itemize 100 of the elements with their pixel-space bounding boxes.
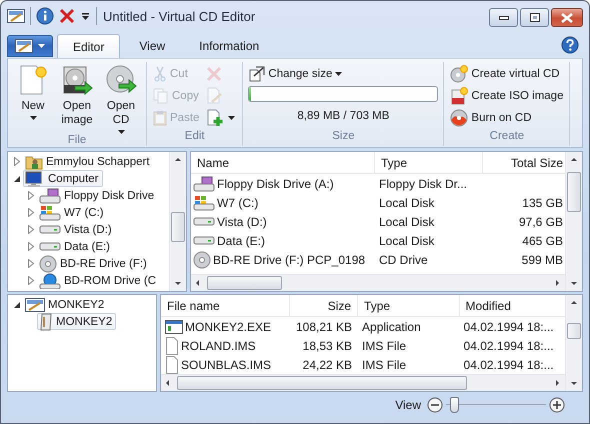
resize-icon[interactable] (249, 66, 266, 82)
caret-icon[interactable] (228, 116, 236, 120)
image-file-star-icon[interactable] (450, 86, 468, 104)
column-header[interactable]: File name (161, 295, 290, 316)
column-header[interactable]: Size (290, 295, 358, 316)
ribbon-button[interactable]: Open CD (101, 62, 141, 134)
scroll-thumb[interactable] (567, 172, 581, 212)
caret-icon (38, 44, 45, 48)
scroll-thumb[interactable] (177, 376, 467, 390)
collapsed-arrow-icon[interactable] (27, 191, 35, 200)
tree-item[interactable]: Vista (D:) (37, 221, 116, 238)
info-icon[interactable] (36, 7, 54, 25)
column-header[interactable]: Type (374, 152, 483, 173)
table-cell[interactable]: IMS File (358, 355, 460, 374)
horizontal-scrollbar[interactable] (191, 274, 565, 291)
picture-icon (25, 298, 45, 312)
tree-item[interactable]: BD-RE Drive (F:) (37, 255, 151, 272)
vertical-scrollbar[interactable] (169, 152, 186, 291)
application-menu-button[interactable] (7, 35, 53, 57)
table-cell[interactable]: IMS File (358, 336, 460, 355)
table-cell[interactable]: Local Disk (374, 193, 483, 212)
collapsed-arrow-icon[interactable] (27, 225, 35, 234)
tree-item[interactable]: W7 (C:) (37, 204, 108, 221)
ribbon-button[interactable]: Create virtual CD (449, 64, 564, 83)
disc-image-icon[interactable] (61, 64, 93, 96)
scroll-thumb[interactable] (207, 276, 282, 290)
close-button[interactable] (551, 8, 583, 27)
ribbon-tab[interactable]: Editor (57, 34, 120, 58)
close-document-icon[interactable] (59, 8, 75, 24)
ribbon-button[interactable]: Burn on CD (449, 108, 564, 127)
table-cell[interactable]: 04.02.1994 18:... (460, 336, 565, 355)
zoom-out-icon[interactable] (427, 396, 443, 412)
ribbon-button[interactable]: Open image (57, 62, 97, 134)
tree-item[interactable]: Data (E:) (37, 238, 114, 255)
table-cell[interactable]: Floppy Disk Drive (A:) (191, 174, 375, 193)
user-folder-icon (25, 154, 43, 170)
column-header[interactable]: Type (358, 295, 460, 316)
column-header[interactable]: Modified (460, 295, 565, 316)
disc-icon[interactable] (105, 64, 137, 96)
scroll-thumb[interactable] (171, 212, 185, 242)
ribbon-tab[interactable]: Information (184, 34, 274, 58)
table-cell[interactable]: 135 GB (482, 193, 565, 212)
tree-item[interactable]: Emmylou Schappert (23, 153, 154, 170)
maximize-button[interactable] (520, 8, 549, 27)
customize-toolbar-button[interactable] (80, 10, 91, 22)
caret-icon (82, 12, 89, 20)
table-cell[interactable]: BD-RE Drive (F:) PCP_0198 (191, 250, 375, 269)
table-cell[interactable]: Vista (D:) (191, 212, 375, 231)
collapsed-arrow-icon[interactable] (27, 208, 35, 217)
table-cell[interactable]: Floppy Disk Dr... (374, 174, 483, 193)
table-cell[interactable]: Application (358, 317, 460, 336)
table-cell[interactable]: W7 (C:) (191, 193, 375, 212)
tree-item[interactable]: Floppy Disk Drive (37, 187, 158, 204)
caret-icon[interactable] (335, 72, 342, 76)
collapsed-arrow-icon[interactable] (27, 276, 35, 285)
ribbon-button[interactable]: Change size (248, 64, 438, 83)
vertical-scrollbar[interactable] (565, 152, 582, 291)
collapsed-arrow-icon[interactable] (27, 242, 35, 251)
help-icon[interactable] (561, 36, 579, 54)
column-header[interactable]: Total Size (482, 152, 565, 173)
document-icon (165, 336, 179, 354)
table-cell[interactable]: MONKEY2.EXE (161, 317, 290, 336)
table-cell[interactable]: CD Drive (374, 250, 483, 269)
tree-item[interactable]: BD-ROM Drive (C (37, 272, 160, 289)
tree-item[interactable]: MONKEY2 (37, 313, 116, 330)
ribbon-button[interactable]: Create ISO image (449, 86, 564, 105)
zoom-in-icon[interactable] (549, 396, 565, 412)
tree-item[interactable]: Computer (23, 170, 102, 187)
table-cell[interactable]: 04.02.1994 18:... (460, 355, 565, 374)
table-cell[interactable]: Local Disk (374, 231, 483, 250)
new-document-icon[interactable] (18, 64, 48, 96)
burning-disc-icon[interactable] (450, 108, 468, 126)
minimize-button[interactable] (489, 8, 518, 27)
table-cell[interactable]: 24,22 KB (290, 355, 358, 374)
collapsed-arrow-icon[interactable] (13, 157, 21, 166)
table-cell[interactable]: SOUNBLAS.IMS (161, 355, 290, 374)
table-cell[interactable]: 04.02.1994 18:... (460, 317, 565, 336)
table-cell[interactable]: 97,6 GB (482, 212, 565, 231)
table-cell[interactable]: ROLAND.IMS (161, 336, 290, 355)
picture-icon[interactable] (15, 39, 33, 53)
table-cell[interactable]: 108,21 KB (290, 317, 358, 336)
table-cell[interactable]: 465 GB (482, 231, 565, 250)
table-cell[interactable]: 599 MB (482, 250, 565, 269)
table-cell[interactable]: Data (E:) (191, 231, 375, 250)
caret-icon[interactable] (30, 116, 36, 120)
expanded-arrow-icon[interactable] (13, 174, 21, 182)
picture-icon[interactable] (7, 9, 25, 23)
ribbon-tab[interactable]: View (124, 34, 180, 58)
maximize-icon (530, 13, 540, 22)
scroll-thumb[interactable] (567, 323, 581, 339)
ribbon-button[interactable]: New (13, 62, 53, 134)
collapsed-arrow-icon[interactable] (27, 259, 35, 268)
table-cell[interactable]: Local Disk (374, 212, 483, 231)
table-cell[interactable]: 18,53 KB (290, 336, 358, 355)
horizontal-scrollbar[interactable] (161, 374, 565, 391)
vertical-scrollbar[interactable] (565, 295, 582, 391)
column-header[interactable]: Name (191, 152, 375, 173)
expanded-arrow-icon[interactable] (13, 300, 21, 308)
tree-item[interactable]: MONKEY2 (23, 296, 108, 313)
caret-icon[interactable] (118, 130, 124, 134)
